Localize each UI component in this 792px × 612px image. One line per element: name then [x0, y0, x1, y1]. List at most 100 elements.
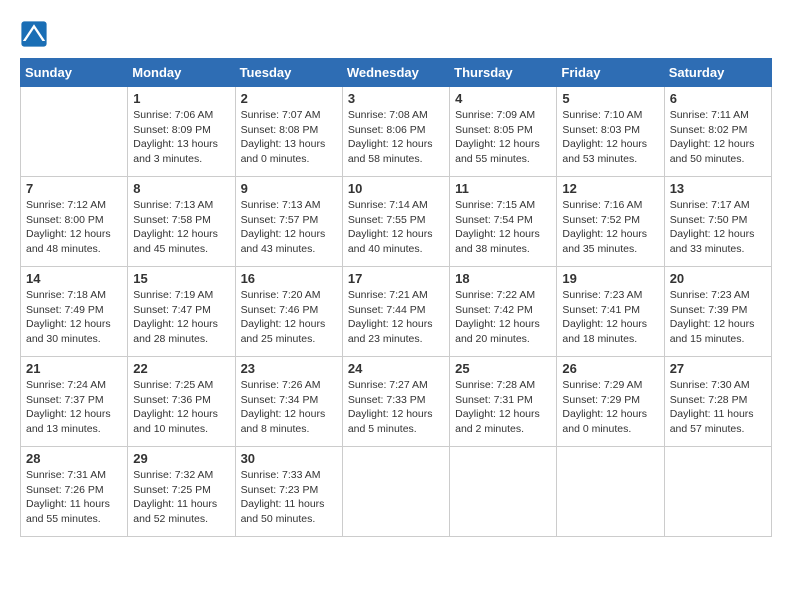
day-number: 16 [241, 271, 337, 286]
calendar-cell-3-2: 15Sunrise: 7:19 AMSunset: 7:47 PMDayligh… [128, 267, 235, 357]
daylight-hours: Daylight: 12 hours [562, 138, 647, 150]
sunrise-text: Sunrise: 7:13 AM [241, 199, 321, 211]
sunrise-text: Sunrise: 7:26 AM [241, 379, 321, 391]
day-number: 13 [670, 181, 766, 196]
cell-content: Sunrise: 7:25 AMSunset: 7:36 PMDaylight:… [133, 378, 229, 437]
daylight-hours: Daylight: 13 hours [241, 138, 326, 150]
sunrise-text: Sunrise: 7:11 AM [670, 109, 749, 121]
calendar-cell-1-1 [21, 87, 128, 177]
day-number: 3 [348, 91, 444, 106]
day-number: 11 [455, 181, 551, 196]
sunset-text: Sunset: 7:41 PM [562, 304, 640, 316]
sunrise-text: Sunrise: 7:16 AM [562, 199, 642, 211]
sunrise-text: Sunrise: 7:17 AM [670, 199, 750, 211]
daylight-minutes: and 38 minutes. [455, 243, 530, 255]
day-number: 20 [670, 271, 766, 286]
sunrise-text: Sunrise: 7:07 AM [241, 109, 321, 121]
col-header-saturday: Saturday [664, 59, 771, 87]
sunrise-text: Sunrise: 7:22 AM [455, 289, 535, 301]
calendar-week-5: 28Sunrise: 7:31 AMSunset: 7:26 PMDayligh… [21, 447, 772, 537]
cell-content: Sunrise: 7:27 AMSunset: 7:33 PMDaylight:… [348, 378, 444, 437]
calendar-cell-1-3: 2 Sunrise: 7:07 AM Sunset: 8:08 PM Daylight… [235, 87, 342, 177]
sunset-text: Sunset: 8:05 PM [455, 124, 533, 136]
calendar-cell-4-4: 24 Sunrise: 7:27 AMSunset: 7:33 PMDayligh… [342, 357, 449, 447]
sunrise-text: Sunrise: 7:25 AM [133, 379, 213, 391]
day-number: 1 [133, 91, 229, 106]
page-header [20, 20, 772, 48]
calendar-cell-1-7: 6Sunrise: 7:11 AMSunset: 8:02 PMDaylight… [664, 87, 771, 177]
calendar-cell-3-7: 20 Sunrise: 7:23 AMSunset: 7:39 PMDayligh… [664, 267, 771, 357]
sunrise-text: Sunrise: 7:29 AM [562, 379, 642, 391]
calendar-cell-5-1: 28Sunrise: 7:31 AMSunset: 7:26 PMDayligh… [21, 447, 128, 537]
day-number: 14 [26, 271, 122, 286]
daylight-minutes: and 33 minutes. [670, 243, 745, 255]
daylight-hours: Daylight: 12 hours [455, 138, 540, 150]
sunrise-text: Sunrise: 7:32 AM [133, 469, 213, 481]
day-number: 10 [348, 181, 444, 196]
day-number: 24 [348, 361, 444, 376]
daylight-hours: Daylight: 12 hours [241, 408, 326, 420]
daylight-hours: Daylight: 12 hours [348, 228, 433, 240]
cell-content: Sunrise: 7:13 AMSunset: 7:58 PMDaylight:… [133, 198, 229, 257]
sunset-text: Sunset: 8:08 PM [241, 124, 319, 136]
cell-content: Sunrise: 7:06 AMSunset: 8:09 PMDaylight:… [133, 108, 229, 167]
cell-content: Sunrise: 7:31 AMSunset: 7:26 PMDaylight:… [26, 468, 122, 527]
calendar-week-2: 7Sunrise: 7:12 AMSunset: 8:00 PMDaylight… [21, 177, 772, 267]
col-header-friday: Friday [557, 59, 664, 87]
sunset-text: Sunset: 7:52 PM [562, 214, 640, 226]
col-header-monday: Monday [128, 59, 235, 87]
sunrise-text: Sunrise: 7:19 AM [133, 289, 213, 301]
calendar-cell-3-3: 16 Sunrise: 7:20 AMSunset: 7:46 PMDayligh… [235, 267, 342, 357]
daylight-hours: Daylight: 12 hours [348, 408, 433, 420]
cell-content: Sunrise: 7:26 AMSunset: 7:34 PMDaylight:… [241, 378, 337, 437]
daylight-hours: Daylight: 12 hours [562, 318, 647, 330]
sunrise-text: Sunrise: 7:10 AM [562, 109, 642, 121]
daylight-hours: Daylight: 12 hours [241, 318, 326, 330]
sunset-text: Sunset: 7:57 PM [241, 214, 319, 226]
calendar-cell-3-4: 17Sunrise: 7:21 AMSunset: 7:44 PMDayligh… [342, 267, 449, 357]
calendar-cell-4-2: 22Sunrise: 7:25 AMSunset: 7:36 PMDayligh… [128, 357, 235, 447]
daylight-minutes: and 55 minutes. [455, 153, 530, 165]
cell-content: Sunrise: 7:23 AMSunset: 7:39 PMDaylight:… [670, 288, 766, 347]
sunrise-text: Sunrise: 7:28 AM [455, 379, 535, 391]
sunrise-text: Sunrise: 7:12 AM [26, 199, 106, 211]
sunrise-text: Sunrise: 7:23 AM [562, 289, 642, 301]
cell-content: Sunrise: 7:22 AMSunset: 7:42 PMDaylight:… [455, 288, 551, 347]
sunset-text: Sunset: 7:47 PM [133, 304, 211, 316]
cell-content: Sunrise: 7:13 AM Sunset: 7:57 PM Daylight:… [241, 198, 337, 257]
cell-content: Sunrise: 7:30 AMSunset: 7:28 PMDaylight:… [670, 378, 766, 437]
cell-content: Sunrise: 7:20 AMSunset: 7:46 PMDaylight:… [241, 288, 337, 347]
cell-content: Sunrise: 7:07 AM Sunset: 8:08 PM Daylight:… [241, 108, 337, 167]
daylight-minutes: and 15 minutes. [670, 333, 745, 345]
daylight-hours: Daylight: 12 hours [455, 408, 540, 420]
daylight-hours: Daylight: 12 hours [26, 228, 111, 240]
sunrise-text: Sunrise: 7:13 AM [133, 199, 213, 211]
daylight-minutes: and 30 minutes. [26, 333, 101, 345]
day-number: 27 [670, 361, 766, 376]
sunrise-text: Sunrise: 7:24 AM [26, 379, 106, 391]
cell-content: Sunrise: 7:15 AMSunset: 7:54 PMDaylight:… [455, 198, 551, 257]
day-number: 8 [133, 181, 229, 196]
day-number: 2 [241, 91, 337, 106]
sunrise-text: Sunrise: 7:09 AM [455, 109, 535, 121]
sunrise-text: Sunrise: 7:06 AM [133, 109, 213, 121]
sunset-text: Sunset: 7:36 PM [133, 394, 211, 406]
calendar-cell-1-2: 1 Sunrise: 7:06 AMSunset: 8:09 PMDaylight… [128, 87, 235, 177]
sunset-text: Sunset: 7:29 PM [562, 394, 640, 406]
daylight-hours: Daylight: 12 hours [241, 228, 326, 240]
sunset-text: Sunset: 7:49 PM [26, 304, 104, 316]
cell-content: Sunrise: 7:11 AMSunset: 8:02 PMDaylight:… [670, 108, 766, 167]
day-number: 17 [348, 271, 444, 286]
cell-content: Sunrise: 7:09 AM Sunset: 8:05 PM Daylight:… [455, 108, 551, 167]
day-number: 9 [241, 181, 337, 196]
daylight-hours: Daylight: 12 hours [26, 318, 111, 330]
calendar-week-1: 1 Sunrise: 7:06 AMSunset: 8:09 PMDaylight… [21, 87, 772, 177]
calendar-cell-2-4: 10Sunrise: 7:14 AMSunset: 7:55 PMDayligh… [342, 177, 449, 267]
daylight-minutes: and 25 minutes. [241, 333, 316, 345]
daylight-hours: Daylight: 12 hours [348, 318, 433, 330]
sunset-text: Sunset: 7:58 PM [133, 214, 211, 226]
calendar-cell-5-2: 29Sunrise: 7:32 AMSunset: 7:25 PMDayligh… [128, 447, 235, 537]
daylight-minutes: and 0 minutes. [241, 153, 310, 165]
cell-content: Sunrise: 7:32 AMSunset: 7:25 PMDaylight:… [133, 468, 229, 527]
sunset-text: Sunset: 7:42 PM [455, 304, 533, 316]
